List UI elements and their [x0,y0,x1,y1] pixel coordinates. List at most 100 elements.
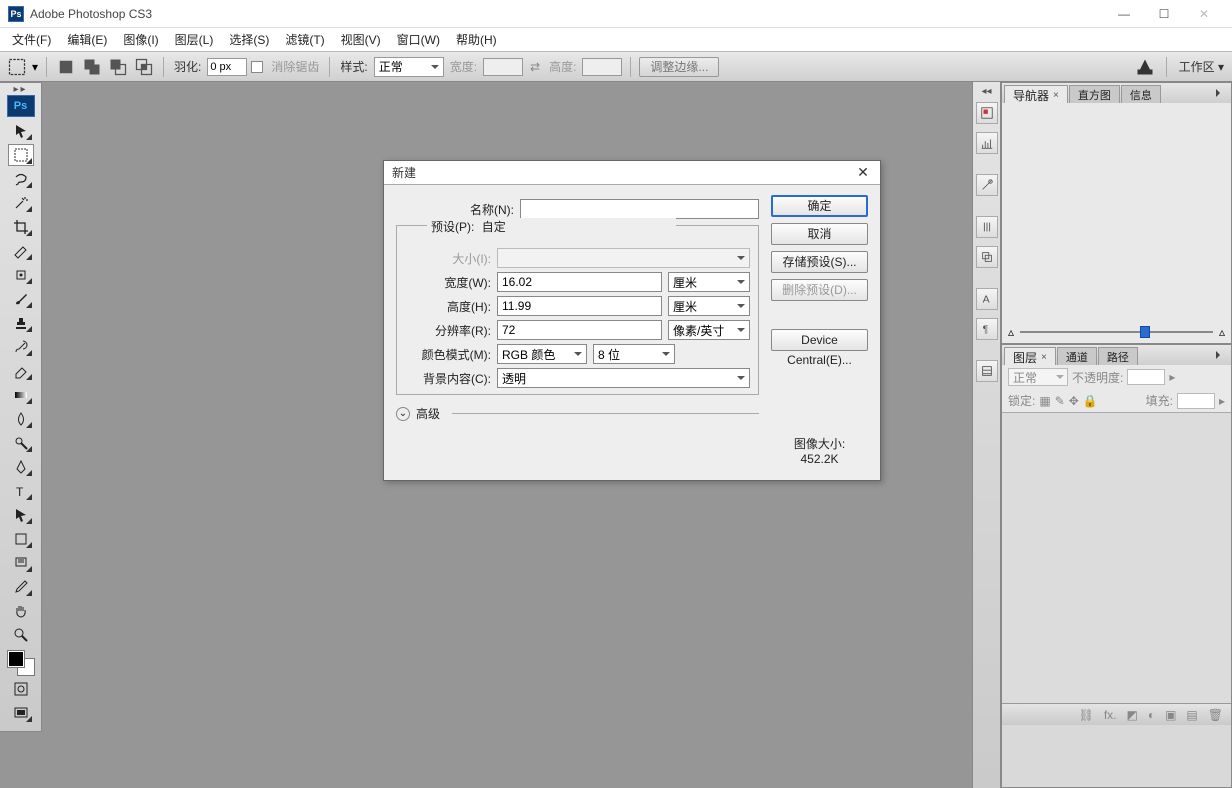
zoom-in-icon[interactable]: ▵ [1219,325,1225,339]
crop-tool[interactable] [8,216,34,238]
fill-flyout-icon[interactable]: ▸ [1219,394,1225,408]
zoom-thumb[interactable] [1140,326,1150,338]
bitdepth-select[interactable]: 8 位 [593,344,675,364]
tools-icon[interactable] [976,174,998,196]
dodge-tool[interactable] [8,432,34,454]
new-layer-icon[interactable]: ▤ [1186,708,1197,722]
move-tool[interactable] [8,120,34,142]
quickmask-tool[interactable] [8,678,34,700]
style-select[interactable]: 正常 [374,57,444,77]
foreground-color[interactable] [8,651,24,667]
height-input[interactable] [497,296,662,316]
tab-paths[interactable]: 路径 [1098,347,1138,365]
lock-all-icon[interactable]: 🔒 [1083,394,1098,408]
clone-icon[interactable] [976,246,998,268]
tab-navigator[interactable]: 导航器× [1004,85,1068,103]
close-tab-icon[interactable]: × [1041,352,1047,363]
resolution-unit-select[interactable]: 像素/英寸 [668,320,750,340]
histogram-icon[interactable] [976,132,998,154]
eraser-tool[interactable] [8,360,34,382]
menu-window[interactable]: 窗口(W) [389,29,448,50]
width-unit-select[interactable]: 厘米 [668,272,750,292]
lock-paint-icon[interactable]: ✎ [1055,394,1065,408]
screenmode-tool[interactable] [8,702,34,724]
brushes-icon[interactable] [1134,56,1156,78]
toolbox-grab-icon[interactable]: ▸▸ [0,85,41,93]
maximize-button[interactable]: ☐ [1144,0,1184,28]
minimize-button[interactable]: — [1104,0,1144,28]
brushes-panel-icon[interactable] [976,216,998,238]
tab-info[interactable]: 信息 [1121,85,1161,103]
wand-tool[interactable] [8,192,34,214]
layercomps-icon[interactable] [976,360,998,382]
dialog-close-button[interactable]: ✕ [854,164,872,182]
swap-wh-icon[interactable]: ⇄ [527,59,543,75]
close-button[interactable]: ✕ [1184,0,1224,28]
menu-view[interactable]: 视图(V) [333,29,389,50]
name-input[interactable] [520,199,759,219]
character-icon[interactable]: A [976,288,998,310]
menu-help[interactable]: 帮助(H) [448,29,505,50]
panel-menu-icon[interactable] [1213,87,1227,99]
path-select-tool[interactable] [8,504,34,526]
colormode-select[interactable]: RGB 颜色 [497,344,587,364]
eyedropper-tool[interactable] [8,576,34,598]
menu-edit[interactable]: 编辑(E) [59,29,115,50]
navigator-icon[interactable] [976,102,998,124]
selmode-subtract-icon[interactable] [107,56,129,78]
ps-badge-icon[interactable]: Ps [7,95,35,117]
lock-trans-icon[interactable]: ▦ [1039,394,1050,408]
gradient-tool[interactable] [8,384,34,406]
tab-histogram[interactable]: 直方图 [1069,85,1120,103]
layers-list[interactable] [1002,412,1231,703]
blur-tool[interactable] [8,408,34,430]
menu-layer[interactable]: 图层(L) [167,29,222,50]
hand-tool[interactable] [8,600,34,622]
mask-icon[interactable]: ◩ [1126,708,1137,722]
save-preset-button[interactable]: 存储预设(S)... [771,251,868,273]
lock-move-icon[interactable]: ✥ [1069,394,1079,408]
zoom-tool[interactable] [8,624,34,646]
link-icon[interactable]: ⛓ [1079,708,1094,722]
color-swatches[interactable] [6,649,36,677]
panel-menu-icon[interactable] [1213,349,1227,361]
notes-tool[interactable] [8,552,34,574]
ok-button[interactable]: 确定 [771,195,868,217]
paragraph-icon[interactable]: ¶ [976,318,998,340]
menu-select[interactable]: 选择(S) [221,29,277,50]
workspace-button[interactable]: 工作区 ▾ [1177,58,1226,75]
selmode-new-icon[interactable] [55,56,77,78]
height-unit-select[interactable]: 厘米 [668,296,750,316]
shape-tool[interactable] [8,528,34,550]
lasso-tool[interactable] [8,168,34,190]
antialias-checkbox[interactable] [251,61,263,73]
stamp-tool[interactable] [8,312,34,334]
background-select[interactable]: 透明 [497,368,750,388]
blend-mode-select[interactable]: 正常 [1008,368,1068,386]
dropdown-icon[interactable]: ▾ [32,60,38,74]
device-central-button[interactable]: Device Central(E)... [771,329,868,351]
dock-grab-icon[interactable]: ◂◂ [981,86,991,97]
fx-icon[interactable]: fx. [1104,708,1117,722]
folder-icon[interactable]: ▣ [1165,708,1176,722]
adjust-icon[interactable]: ◐ [1148,708,1155,722]
feather-input[interactable] [207,58,247,76]
resolution-input[interactable] [497,320,662,340]
menu-file[interactable]: 文件(F) [4,29,59,50]
selmode-intersect-icon[interactable] [133,56,155,78]
zoom-slider[interactable]: ▵ ▵ [1008,325,1225,339]
opacity-flyout-icon[interactable]: ▸ [1169,370,1175,384]
close-tab-icon[interactable]: × [1053,90,1059,101]
menu-image[interactable]: 图像(I) [115,29,166,50]
history-brush-tool[interactable] [8,336,34,358]
tab-layers[interactable]: 图层× [1004,347,1056,365]
trash-icon[interactable]: 🗑 [1208,708,1223,722]
fill-input[interactable] [1177,393,1215,409]
marquee-tool-icon[interactable] [6,56,28,78]
pen-tool[interactable] [8,456,34,478]
tab-channels[interactable]: 通道 [1057,347,1097,365]
cancel-button[interactable]: 取消 [771,223,868,245]
heal-tool[interactable] [8,264,34,286]
zoom-out-icon[interactable]: ▵ [1008,325,1014,339]
refine-edge-button[interactable]: 调整边缘... [639,57,719,77]
